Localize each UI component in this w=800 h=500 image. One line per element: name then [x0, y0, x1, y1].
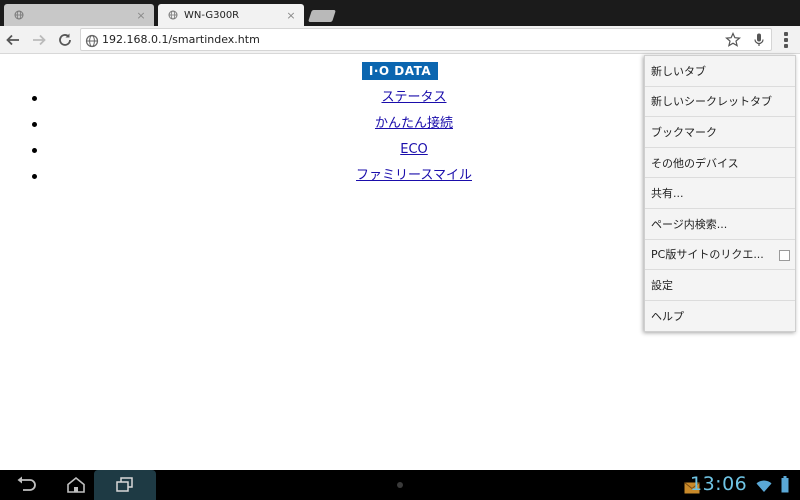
browser-toolbar: 192.168.0.1/smartindex.htm	[0, 26, 800, 54]
wifi-icon	[756, 478, 772, 492]
eco-link[interactable]: ECO	[400, 142, 428, 157]
tab-strip: × WN-G300R ×	[0, 0, 800, 26]
address-bar[interactable]: 192.168.0.1/smartindex.htm	[80, 28, 772, 51]
status-link[interactable]: ステータス	[381, 90, 446, 105]
arrow-left-icon	[6, 34, 19, 46]
battery-icon	[781, 476, 789, 493]
menu-item-other-devices[interactable]: その他のデバイス	[645, 148, 795, 179]
globe-icon	[85, 33, 99, 48]
system-home-button[interactable]	[64, 475, 88, 495]
tab-untitled[interactable]: ×	[4, 4, 154, 26]
tab-wn-g300r[interactable]: WN-G300R ×	[158, 4, 304, 26]
system-back-button[interactable]	[14, 475, 38, 495]
menu-item-help[interactable]: ヘルプ	[645, 301, 795, 332]
iodata-logo: I·O DATA	[362, 62, 438, 80]
system-recents-button[interactable]	[113, 475, 137, 495]
menu-item-label: 共有...	[651, 187, 684, 201]
tab-close-button[interactable]: ×	[284, 9, 298, 22]
back-button[interactable]	[4, 31, 22, 49]
overflow-menu-icon[interactable]	[780, 31, 792, 49]
forward-button[interactable]	[30, 31, 48, 49]
menu-item-bookmarks[interactable]: ブックマーク	[645, 117, 795, 148]
reload-icon	[59, 33, 71, 46]
microphone-icon[interactable]	[751, 32, 767, 48]
menu-item-label: ヘルプ	[651, 310, 684, 324]
menu-item-label: ブックマーク	[651, 125, 717, 139]
back-arrow-icon	[17, 476, 36, 491]
globe-icon	[168, 10, 178, 20]
menu-item-request-desktop-site[interactable]: PC版サイトのリクエ...	[645, 240, 795, 271]
arrow-right-icon	[33, 34, 46, 46]
new-tab-button[interactable]	[308, 10, 336, 22]
menu-item-label: ページ内検索...	[651, 217, 728, 231]
menu-item-label: 新しいシークレットタブ	[651, 95, 772, 109]
clock[interactable]: 13:06	[690, 473, 747, 495]
home-icon	[67, 476, 85, 493]
recent-apps-icon	[116, 477, 133, 492]
star-icon[interactable]	[725, 32, 741, 48]
menu-dot-icon	[397, 482, 403, 488]
reload-button[interactable]	[56, 31, 74, 49]
menu-item-label: 新しいタブ	[651, 64, 706, 78]
android-tablet-screen: × WN-G300R × 192.168.0.1/smartindex.htm	[0, 0, 800, 500]
menu-item-new-tab[interactable]: 新しいタブ	[645, 56, 795, 87]
tab-title: WN-G300R	[184, 9, 240, 21]
browser-overflow-menu: 新しいタブ 新しいシークレットタブ ブックマーク その他のデバイス 共有... …	[644, 55, 796, 333]
url-text[interactable]: 192.168.0.1/smartindex.htm	[102, 33, 260, 46]
menu-item-label: 設定	[651, 278, 673, 292]
family-smile-link[interactable]: ファミリースマイル	[356, 168, 472, 183]
globe-icon	[14, 10, 24, 20]
tab-close-button[interactable]: ×	[134, 9, 148, 22]
menu-item-label: PC版サイトのリクエ...	[651, 248, 764, 262]
menu-item-settings[interactable]: 設定	[645, 270, 795, 301]
menu-item-new-incognito-tab[interactable]: 新しいシークレットタブ	[645, 87, 795, 118]
desktop-site-checkbox[interactable]	[779, 249, 790, 261]
menu-item-share[interactable]: 共有...	[645, 178, 795, 209]
easy-connect-link[interactable]: かんたん接続	[375, 116, 453, 131]
menu-item-label: その他のデバイス	[651, 156, 739, 170]
menu-item-find-in-page[interactable]: ページ内検索...	[645, 209, 795, 240]
system-navigation-bar: 13:06	[0, 470, 800, 500]
